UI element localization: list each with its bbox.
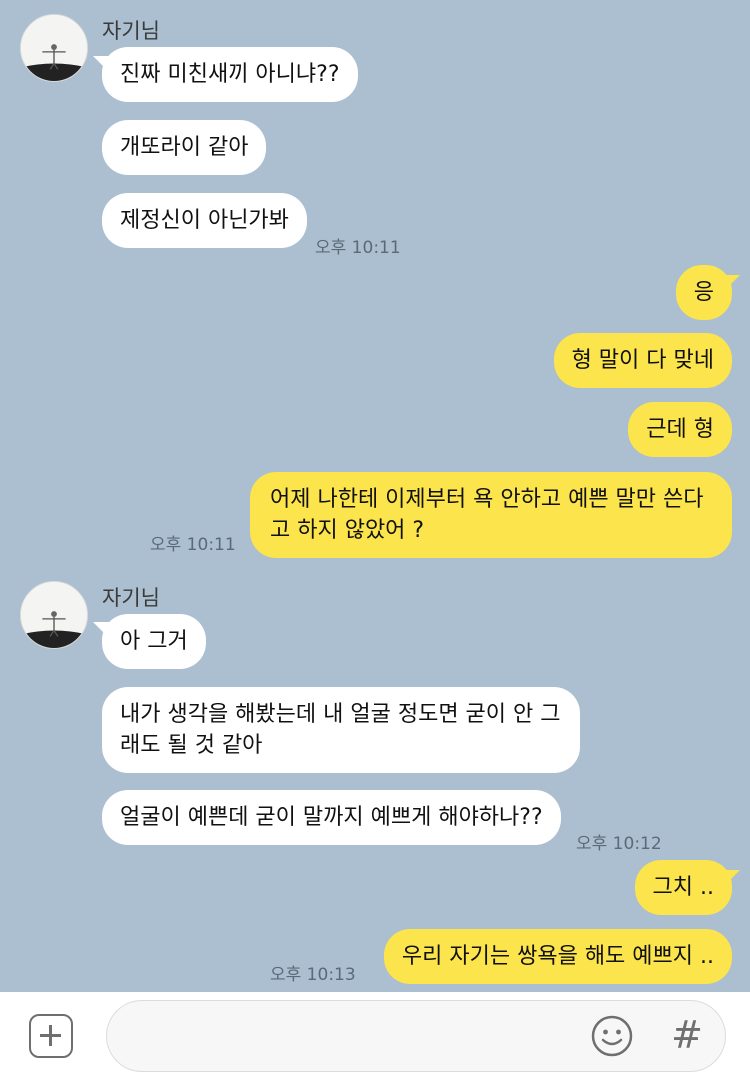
outgoing-message[interactable]: 형 말이 다 맞네 [553,333,732,388]
incoming-message[interactable]: 아 그거 [102,614,206,669]
plus-square-icon[interactable] [29,1014,73,1058]
incoming-message[interactable]: 얼굴이 예쁜데 굳이 말까지 예쁘게 해야하나?? [102,790,561,845]
incoming-message[interactable]: 내가 생각을 해봤는데 내 얼굴 정도면 굳이 안 그래도 될 것 같아 [102,687,580,773]
message-input[interactable] [127,1015,577,1057]
message-time: 오후 10:13 [270,965,356,985]
outgoing-message[interactable]: 어제 나한테 이제부터 욕 안하고 예쁜 말만 쓴다고 하지 않았어 ? [250,472,732,558]
smiley-icon[interactable] [590,1014,634,1058]
message-input-container[interactable]: # [106,1000,726,1072]
incoming-message[interactable]: 제정신이 아닌가봐 [102,193,307,248]
hash-icon[interactable]: # [667,1009,707,1061]
outgoing-message[interactable]: 응 [675,265,732,320]
message-time: 오후 10:11 [150,535,236,555]
avatar[interactable] [20,581,88,649]
incoming-message[interactable]: 개또라이 같아 [102,120,267,175]
input-bar: # [0,992,750,1080]
sender-name: 자기님 [102,586,160,610]
message-time: 오후 10:11 [315,238,401,258]
incoming-message[interactable]: 진짜 미친새끼 아니냐?? [102,47,358,102]
message-time: 오후 10:12 [576,834,662,854]
avatar[interactable] [20,14,88,82]
outgoing-message[interactable]: 근데 형 [628,402,732,457]
outgoing-message[interactable]: 그치 .. [634,860,732,915]
chat-screen: 자기님 진짜 미친새끼 아니냐?? 개또라이 같아 제정신이 아닌가봐 오후 1… [0,0,750,1080]
chat-area[interactable]: 자기님 진짜 미친새끼 아니냐?? 개또라이 같아 제정신이 아닌가봐 오후 1… [0,0,750,992]
outgoing-message[interactable]: 우리 자기는 쌍욕을 해도 예쁘지 .. [383,929,732,984]
sender-name: 자기님 [102,19,160,43]
